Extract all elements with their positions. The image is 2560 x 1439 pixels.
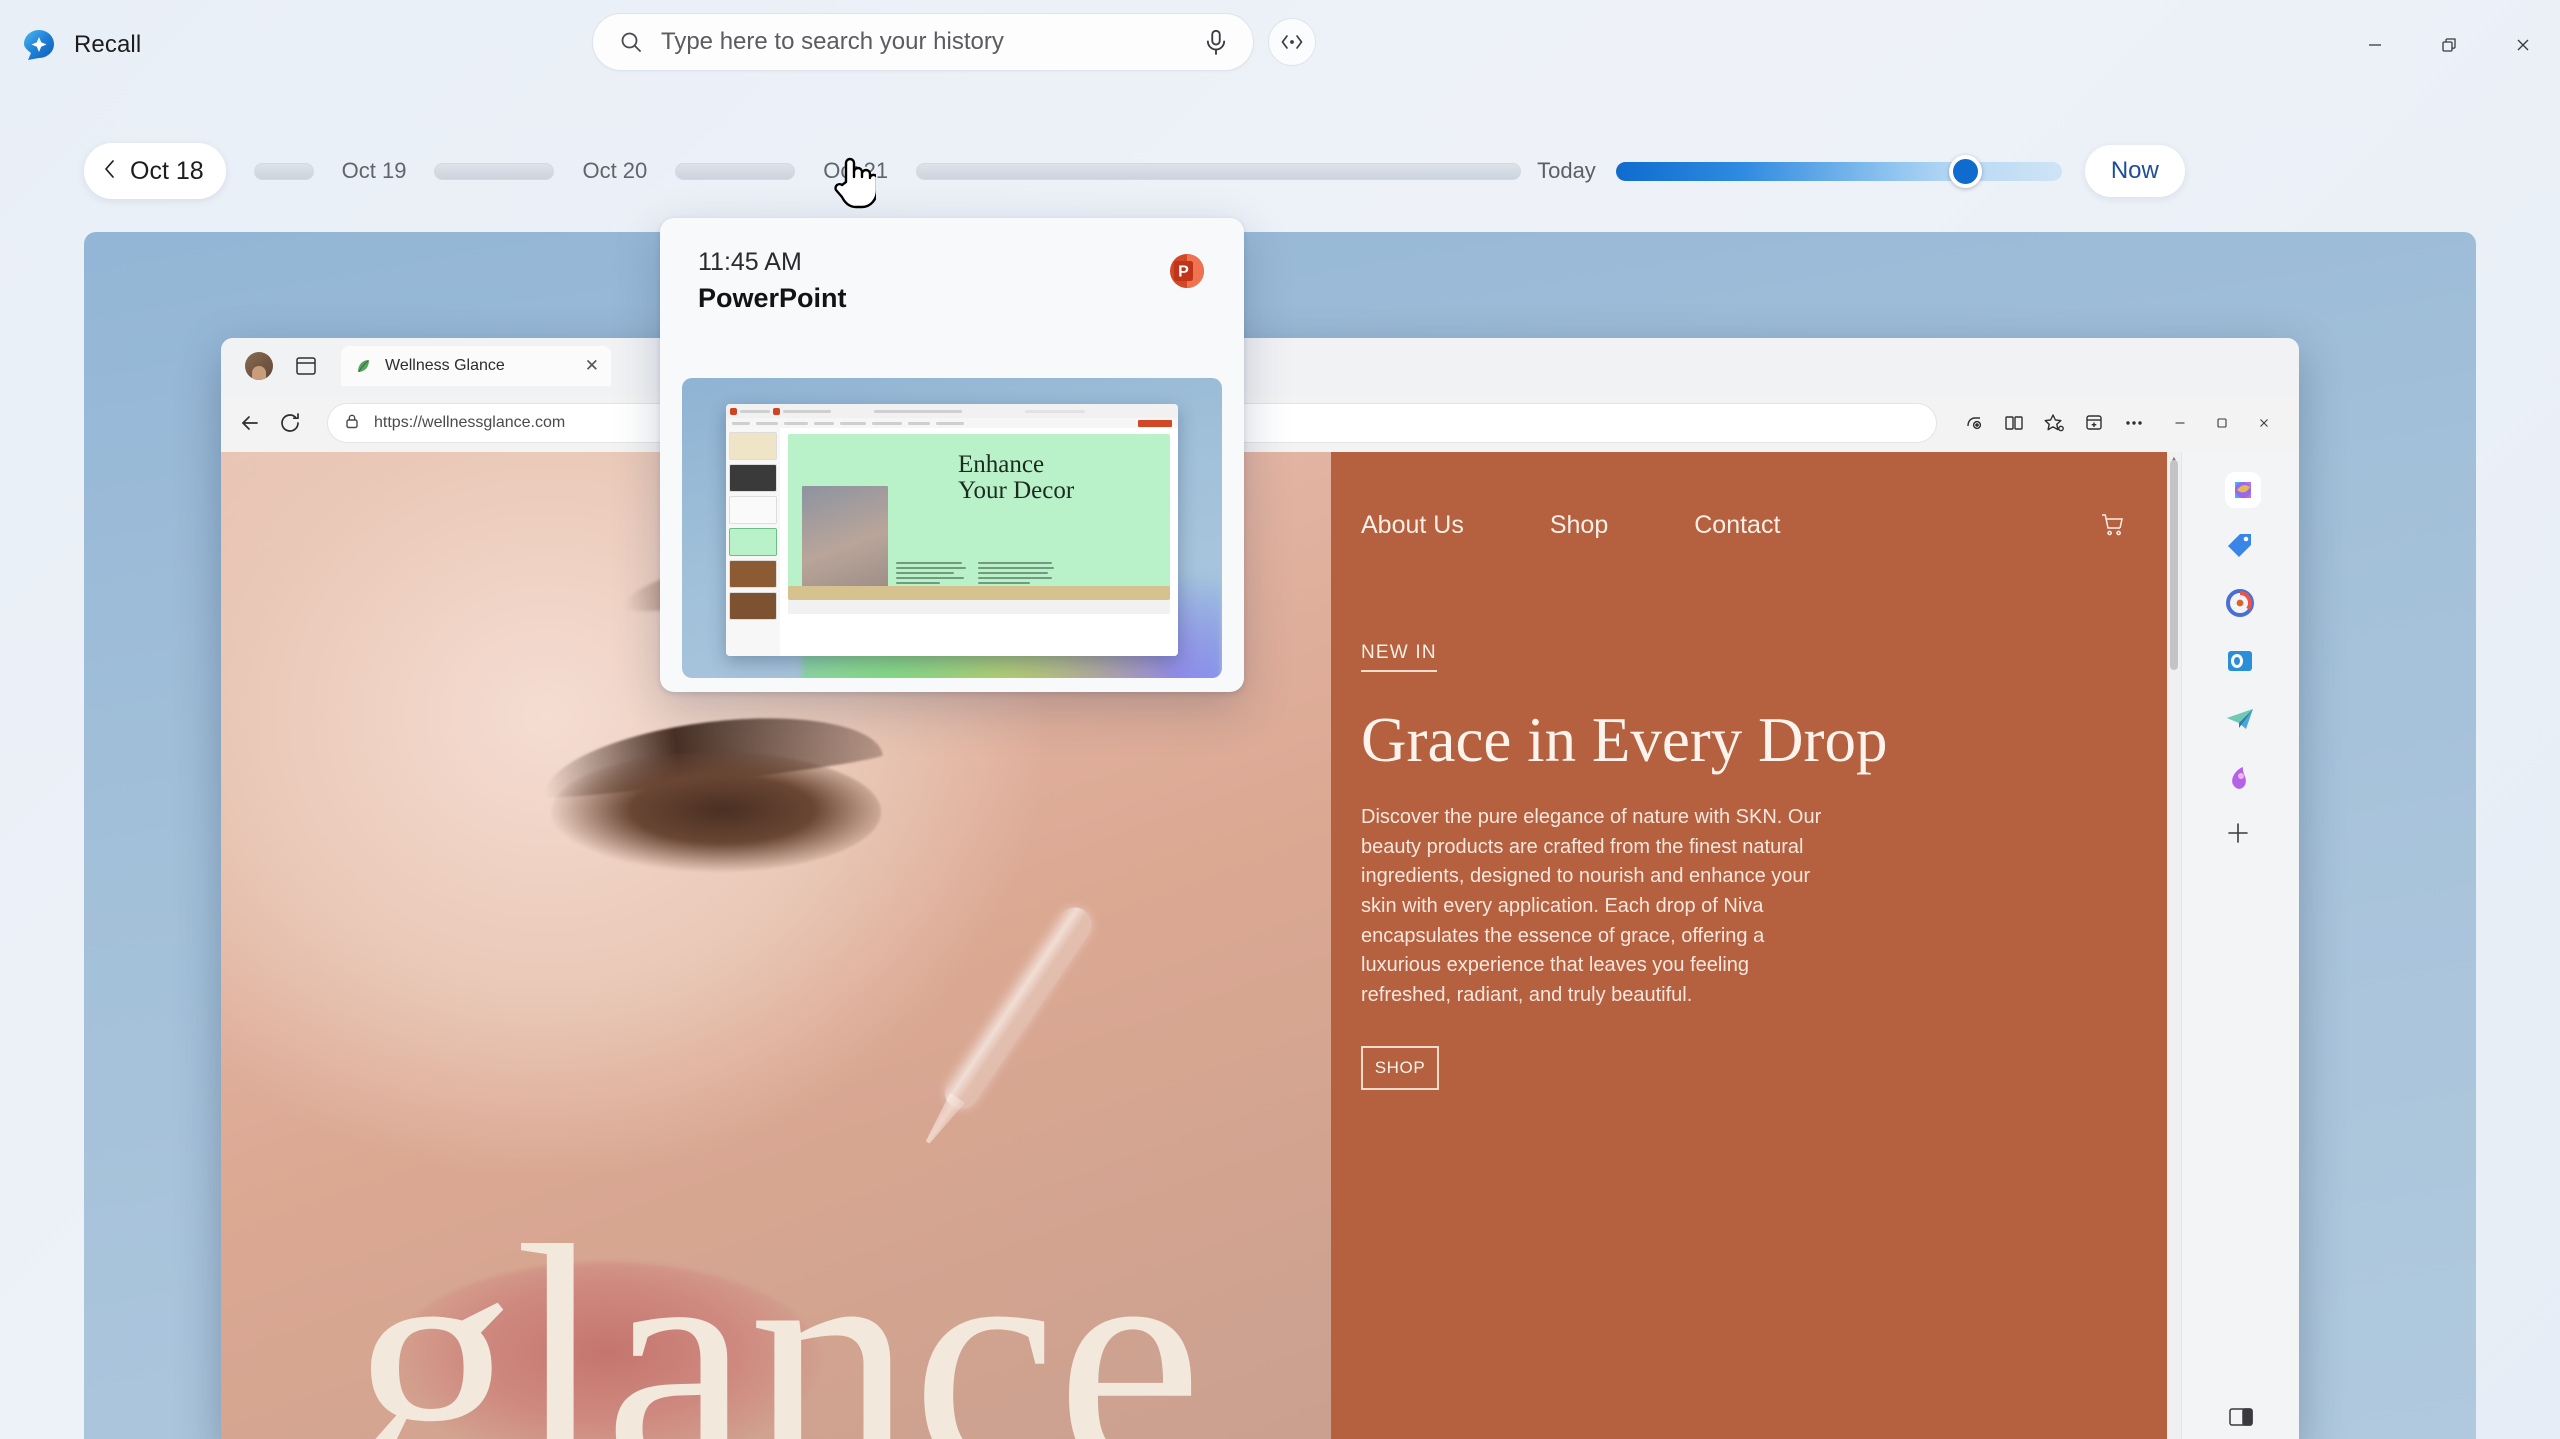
preview-thumbnail: Enhance Your Decor — [682, 378, 1222, 678]
telegram-icon[interactable] — [2223, 702, 2259, 738]
app-title: Recall — [74, 31, 142, 58]
now-button-label: Now — [2110, 157, 2159, 184]
tab-actions-icon[interactable] — [293, 353, 319, 379]
sidebar-toggle-icon[interactable] — [2227, 1405, 2255, 1434]
minimize-button[interactable] — [2338, 0, 2412, 90]
photo-eye — [551, 752, 881, 872]
preview-app-name: PowerPoint — [698, 283, 847, 313]
recall-app-window: Recall Type here to search your history … — [0, 0, 2560, 1439]
thumbnail-editor-body: Enhance Your Decor — [726, 428, 1178, 656]
browser-maximize-button[interactable] — [2203, 408, 2241, 438]
timeline-segment[interactable] — [916, 162, 1522, 180]
shopping-tag-icon[interactable] — [2223, 528, 2259, 564]
hero-copy: NEW IN Grace in Every Drop Discover the … — [1331, 598, 2299, 1091]
browser-tab-strip: Wellness Glance ✕ — [221, 338, 2299, 394]
browser-window-controls — [2161, 408, 2283, 438]
timeline-day-label-oct19[interactable]: Oct 19 — [342, 158, 407, 184]
tab-close-icon[interactable]: ✕ — [585, 356, 599, 376]
settings-more-icon[interactable] — [2121, 410, 2147, 436]
thumbnail-slide-stage: Enhance Your Decor — [780, 428, 1178, 656]
profile-avatar[interactable] — [245, 352, 273, 380]
snapshot-canvas[interactable]: Wellness Glance ✕ https://wellnessglance… — [84, 232, 2476, 1439]
nav-link-shop[interactable]: Shop — [1550, 511, 1608, 540]
refresh-icon[interactable] — [277, 410, 303, 436]
timeline-preview-card[interactable]: 11:45 AM PowerPoint P Enhance Your Decor — [660, 218, 1244, 692]
timeline-bar: Oct 18 Oct 19 Oct 20 Oct 21 Today Now — [0, 140, 2560, 202]
restore-button[interactable] — [2412, 0, 2486, 90]
thumbnail-slide-rail — [726, 428, 780, 656]
microsoft365-icon[interactable] — [2223, 586, 2259, 622]
leaf-favicon-icon — [353, 356, 373, 376]
hero-body-text: Discover the pure elegance of nature wit… — [1361, 806, 1822, 1006]
timeline-segment-hovered[interactable] — [675, 162, 796, 180]
close-button[interactable] — [2486, 0, 2560, 90]
app-brand: Recall — [22, 28, 141, 62]
scrollbar-thumb[interactable] — [2170, 460, 2178, 670]
browser-minimize-button[interactable] — [2161, 408, 2199, 438]
site-navigation: About Us Shop Contact — [1331, 452, 2299, 598]
timeline-selected-day[interactable]: Oct 18 — [84, 143, 226, 199]
time-slider-thumb[interactable] — [1948, 154, 1982, 188]
site-info-lock-icon[interactable] — [342, 411, 362, 436]
title-bar: Recall — [0, 0, 2560, 90]
browser-close-button[interactable] — [2245, 408, 2283, 438]
thumbnail-current-slide: Enhance Your Decor — [788, 434, 1170, 600]
hero-headline: Grace in Every Drop — [1361, 705, 1888, 775]
now-button[interactable]: Now — [2084, 145, 2185, 197]
slide-title-line-2: Your Decor — [958, 476, 1075, 504]
page-scrollbar[interactable]: ▲ — [2167, 452, 2181, 1439]
thumbnail-titlebar — [726, 404, 1178, 418]
timeline-segment[interactable] — [434, 162, 555, 180]
chevron-left-icon[interactable] — [102, 158, 118, 185]
shop-cta-button[interactable]: SHOP — [1361, 1046, 1439, 1091]
svg-text:P: P — [1178, 264, 1189, 281]
site-wordmark: glance — [351, 1178, 1202, 1439]
address-bar-url: https://wellnessglance.com — [374, 414, 566, 431]
hero-eyebrow: NEW IN — [1361, 642, 1437, 672]
powerpoint-icon: P — [1164, 248, 1210, 294]
recall-sparkle-logo-icon — [22, 28, 56, 62]
slide-photo — [802, 486, 888, 592]
browser-sidebar — [2181, 452, 2299, 1439]
browser-toolbar: https://wellnessglance.com — [221, 394, 2299, 452]
browser-tab-title: Wellness Glance — [385, 357, 505, 374]
microphone-icon[interactable] — [1201, 27, 1231, 57]
window-controls — [2338, 0, 2560, 90]
timeline-segment[interactable] — [253, 162, 314, 180]
browser-tab[interactable]: Wellness Glance ✕ — [341, 346, 611, 386]
nav-link-contact[interactable]: Contact — [1694, 511, 1780, 540]
web-page-content: glance About Us Shop Contact NEW IN Grac… — [221, 452, 2299, 1439]
thumbnail-status-bar — [788, 600, 1170, 614]
copilot-icon[interactable] — [2223, 470, 2261, 508]
add-sidebar-icon[interactable] — [2223, 818, 2259, 854]
preview-card-header: 11:45 AM PowerPoint P — [660, 218, 1244, 314]
time-slider[interactable] — [1615, 154, 2062, 188]
search-bar[interactable] — [592, 13, 1254, 71]
copilot-screenshot-icon[interactable] — [1961, 410, 1987, 436]
thumbnail-powerpoint-window: Enhance Your Decor — [726, 404, 1178, 656]
preview-timestamp: 11:45 AM — [698, 248, 802, 276]
collections-icon[interactable] — [2081, 410, 2107, 436]
selected-day-label: Oct 18 — [130, 156, 204, 185]
slide-title-line-1: Enhance — [958, 451, 1045, 478]
hand-pointer-cursor-icon — [832, 152, 879, 210]
search-icon — [619, 30, 643, 54]
edge-browser-window: Wellness Glance ✕ https://wellnessglance… — [221, 338, 2299, 1439]
nav-link-about-us[interactable]: About Us — [1361, 511, 1464, 540]
split-screen-icon[interactable] — [2001, 410, 2027, 436]
timeline-day-label-oct20[interactable]: Oct 20 — [582, 158, 647, 184]
click-to-do-button[interactable] — [1268, 18, 1316, 66]
timeline-today-label: Today — [1537, 158, 1596, 183]
shopping-cart-icon[interactable] — [2097, 510, 2127, 540]
favorites-star-icon[interactable] — [2041, 410, 2067, 436]
games-icon[interactable] — [2223, 760, 2259, 796]
hero-panel: About Us Shop Contact NEW IN Grace in Ev… — [1331, 452, 2299, 1439]
search-input[interactable] — [661, 28, 1201, 56]
search-area — [592, 13, 1316, 71]
outlook-icon[interactable] — [2223, 644, 2259, 680]
thumbnail-ribbon — [726, 418, 1178, 428]
back-arrow-icon[interactable] — [237, 410, 263, 436]
